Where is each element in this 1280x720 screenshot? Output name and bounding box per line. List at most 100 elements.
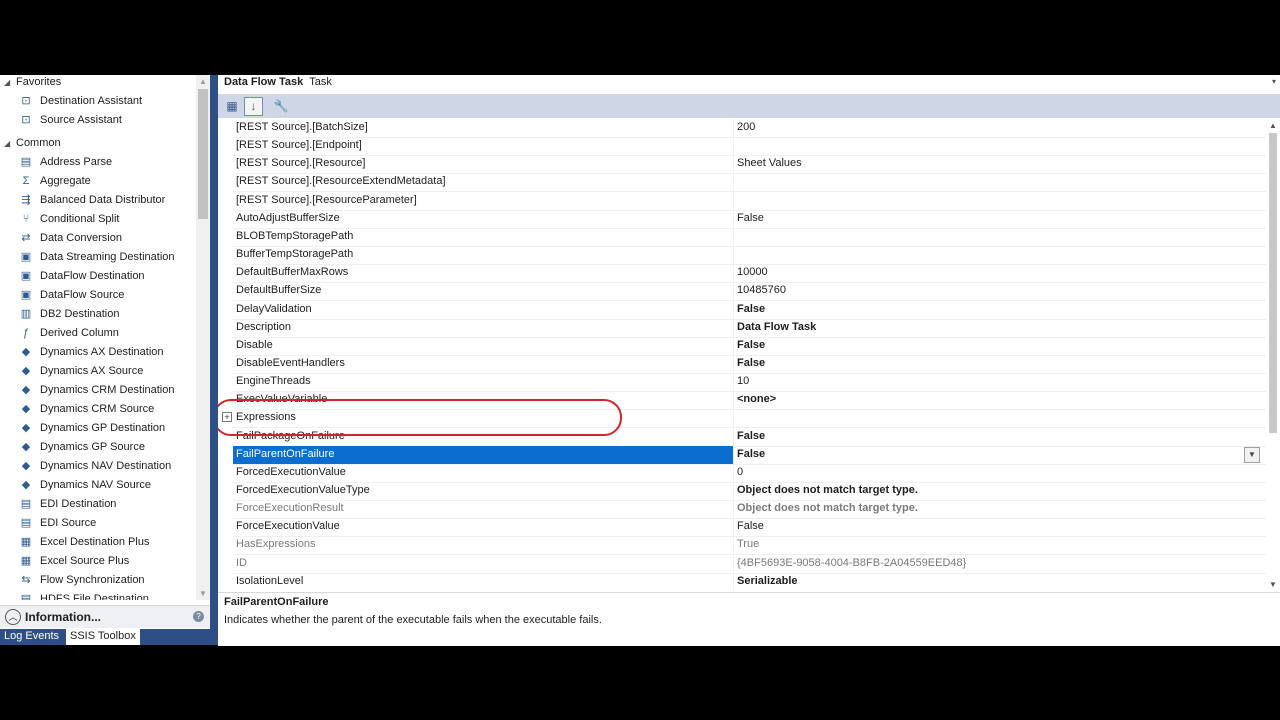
toolbox-item[interactable]: ⊡ Destination Assistant	[0, 94, 196, 113]
toolbox-item[interactable]: ◆ Dynamics CRM Source	[0, 402, 196, 421]
column-separator[interactable]	[733, 518, 734, 537]
toolbox-item[interactable]: ▣ DataFlow Destination	[0, 269, 196, 288]
column-separator[interactable]	[733, 155, 734, 174]
column-separator[interactable]	[733, 336, 734, 355]
column-separator[interactable]	[733, 191, 734, 210]
chevron-up-icon[interactable]: ︿	[5, 609, 21, 625]
column-separator[interactable]	[733, 482, 734, 500]
toolbox-item[interactable]: ▥ DB2 Destination	[0, 307, 196, 326]
property-grid-scrollbar[interactable]: ▲ ▼	[1266, 119, 1280, 591]
property-value[interactable]: Data Flow Task	[737, 321, 816, 333]
property-row[interactable]: ForcedExecutionValueType Object does not …	[233, 482, 1266, 501]
scroll-up-icon[interactable]: ▲	[199, 77, 207, 86]
toolbox-item[interactable]: ▦ Excel Source Plus	[0, 554, 196, 573]
categorized-icon[interactable]: ▦	[223, 97, 241, 115]
column-separator[interactable]	[733, 427, 734, 446]
toolbox-item[interactable]: ◆ Dynamics AX Source	[0, 364, 196, 383]
property-row[interactable]: [REST Source].[Endpoint]	[233, 137, 1266, 157]
scroll-thumb[interactable]	[198, 89, 208, 219]
column-separator[interactable]	[733, 119, 734, 137]
column-separator[interactable]	[733, 463, 734, 482]
toolbox-item[interactable]: ▤ EDI Destination	[0, 497, 196, 516]
column-separator[interactable]	[733, 209, 734, 228]
help-icon[interactable]: ?	[193, 611, 204, 622]
value-dropdown-icon[interactable]: ▼	[1244, 446, 1260, 463]
property-row[interactable]: [REST Source].[ResourceExtendMetadata]	[233, 173, 1266, 193]
column-separator[interactable]	[733, 409, 734, 428]
property-row[interactable]: ForcedExecutionValue 0	[233, 463, 1266, 483]
property-row[interactable]: FailParentOnFailure False ▼	[233, 445, 1266, 465]
column-separator[interactable]	[733, 137, 734, 156]
property-value[interactable]: <none>	[737, 393, 776, 405]
toolbox-item[interactable]: ◆ Dynamics NAV Source	[0, 478, 196, 497]
property-value[interactable]: False	[737, 339, 765, 351]
column-separator[interactable]	[733, 300, 734, 319]
collapse-triangle-icon[interactable]: ◢	[4, 137, 10, 151]
toolbox-item[interactable]: ⑂ Conditional Split	[0, 212, 196, 231]
property-row[interactable]: [REST Source].[ResourceParameter]	[233, 191, 1266, 211]
column-separator[interactable]	[733, 264, 734, 283]
column-separator[interactable]	[733, 536, 734, 555]
property-value[interactable]: False	[737, 430, 765, 442]
property-value[interactable]: False	[737, 448, 765, 460]
property-row[interactable]: EngineThreads 10	[233, 373, 1266, 393]
toolbox-item[interactable]: ⊡ Source Assistant	[0, 113, 196, 132]
toolbox-scrollbar[interactable]: ▲ ▼	[196, 75, 210, 600]
toolbox-item[interactable]: Σ Aggregate	[0, 174, 196, 193]
property-row[interactable]: DisableEventHandlers False	[233, 354, 1266, 374]
property-pages-icon[interactable]: 🔧	[272, 97, 290, 115]
property-row[interactable]: ForceExecutionResult Object does not matc…	[233, 500, 1266, 520]
toolbox-item[interactable]: ◆ Dynamics CRM Destination	[0, 383, 196, 402]
property-value[interactable]: Object does not match target type.	[737, 502, 918, 514]
toolbox-group-header[interactable]: ◢ Common	[0, 136, 196, 155]
column-separator[interactable]	[733, 500, 734, 519]
collapse-triangle-icon[interactable]: ◢	[4, 76, 10, 90]
property-value[interactable]: Serializable	[737, 575, 798, 587]
property-row[interactable]: DelayValidation False	[233, 300, 1266, 320]
property-value[interactable]: 200	[737, 121, 755, 133]
toolbox-item[interactable]: ◆ Dynamics GP Source	[0, 440, 196, 459]
property-row[interactable]: AutoAdjustBufferSize False	[233, 209, 1266, 229]
toolbox-item[interactable]: ⇄ Data Conversion	[0, 231, 196, 250]
property-row[interactable]: Disable False	[233, 336, 1266, 356]
property-value[interactable]: 10	[737, 375, 749, 387]
property-value[interactable]: {4BF5693E-9058-4004-B8FB-2A04559EED48}	[737, 557, 966, 569]
column-separator[interactable]	[733, 282, 734, 301]
panel-splitter[interactable]	[210, 75, 218, 645]
column-separator[interactable]	[733, 354, 734, 373]
column-separator[interactable]	[733, 391, 734, 410]
column-separator[interactable]	[733, 227, 734, 246]
scroll-down-icon[interactable]: ▼	[1269, 580, 1277, 589]
property-value[interactable]: Sheet Values	[737, 157, 802, 169]
property-value[interactable]: 10000	[737, 266, 768, 278]
toolbox-item[interactable]: ◆ Dynamics NAV Destination	[0, 459, 196, 478]
toolbox-item[interactable]: ƒ Derived Column	[0, 326, 196, 345]
property-row[interactable]: IsolationLevel Serializable	[233, 572, 1266, 591]
toolbox-item[interactable]: ▤ HDFS File Destination	[0, 592, 196, 600]
property-value[interactable]: False	[737, 357, 765, 369]
toolbox-item[interactable]: ▤ Address Parse	[0, 155, 196, 174]
property-row[interactable]: ForceExecutionValue False	[233, 518, 1266, 538]
alphabetical-icon[interactable]: ↓	[244, 97, 263, 116]
column-separator[interactable]	[733, 173, 734, 192]
property-row[interactable]: [REST Source].[BatchSize] 200	[233, 119, 1266, 138]
toolbox-item[interactable]: ▣ DataFlow Source	[0, 288, 196, 307]
toolbox-item[interactable]: ◆ Dynamics GP Destination	[0, 421, 196, 440]
scroll-thumb[interactable]	[1269, 133, 1277, 433]
toolbox-group-header[interactable]: ◢ Favorites	[0, 75, 196, 94]
property-row[interactable]: Description Data Flow Task	[233, 318, 1266, 338]
column-separator[interactable]	[733, 246, 734, 265]
property-row[interactable]: ID {4BF5693E-9058-4004-B8FB-2A04559EED48}	[233, 554, 1266, 574]
column-separator[interactable]	[733, 554, 734, 573]
property-row[interactable]: HasExpressions True	[233, 536, 1266, 556]
property-value[interactable]: False	[737, 303, 765, 315]
property-row[interactable]: BufferTempStoragePath	[233, 246, 1266, 266]
information-bar[interactable]: ︿ Information... ?	[0, 605, 210, 628]
toolbox-item[interactable]: ▦ Excel Destination Plus	[0, 535, 196, 554]
column-separator[interactable]	[733, 373, 734, 392]
property-value[interactable]: 10485760	[737, 284, 786, 296]
toolbox-item[interactable]: ⇶ Balanced Data Distributor	[0, 193, 196, 212]
column-separator[interactable]	[733, 572, 734, 591]
column-separator[interactable]	[733, 445, 734, 464]
toolbox-item[interactable]: ⇆ Flow Synchronization	[0, 573, 196, 592]
